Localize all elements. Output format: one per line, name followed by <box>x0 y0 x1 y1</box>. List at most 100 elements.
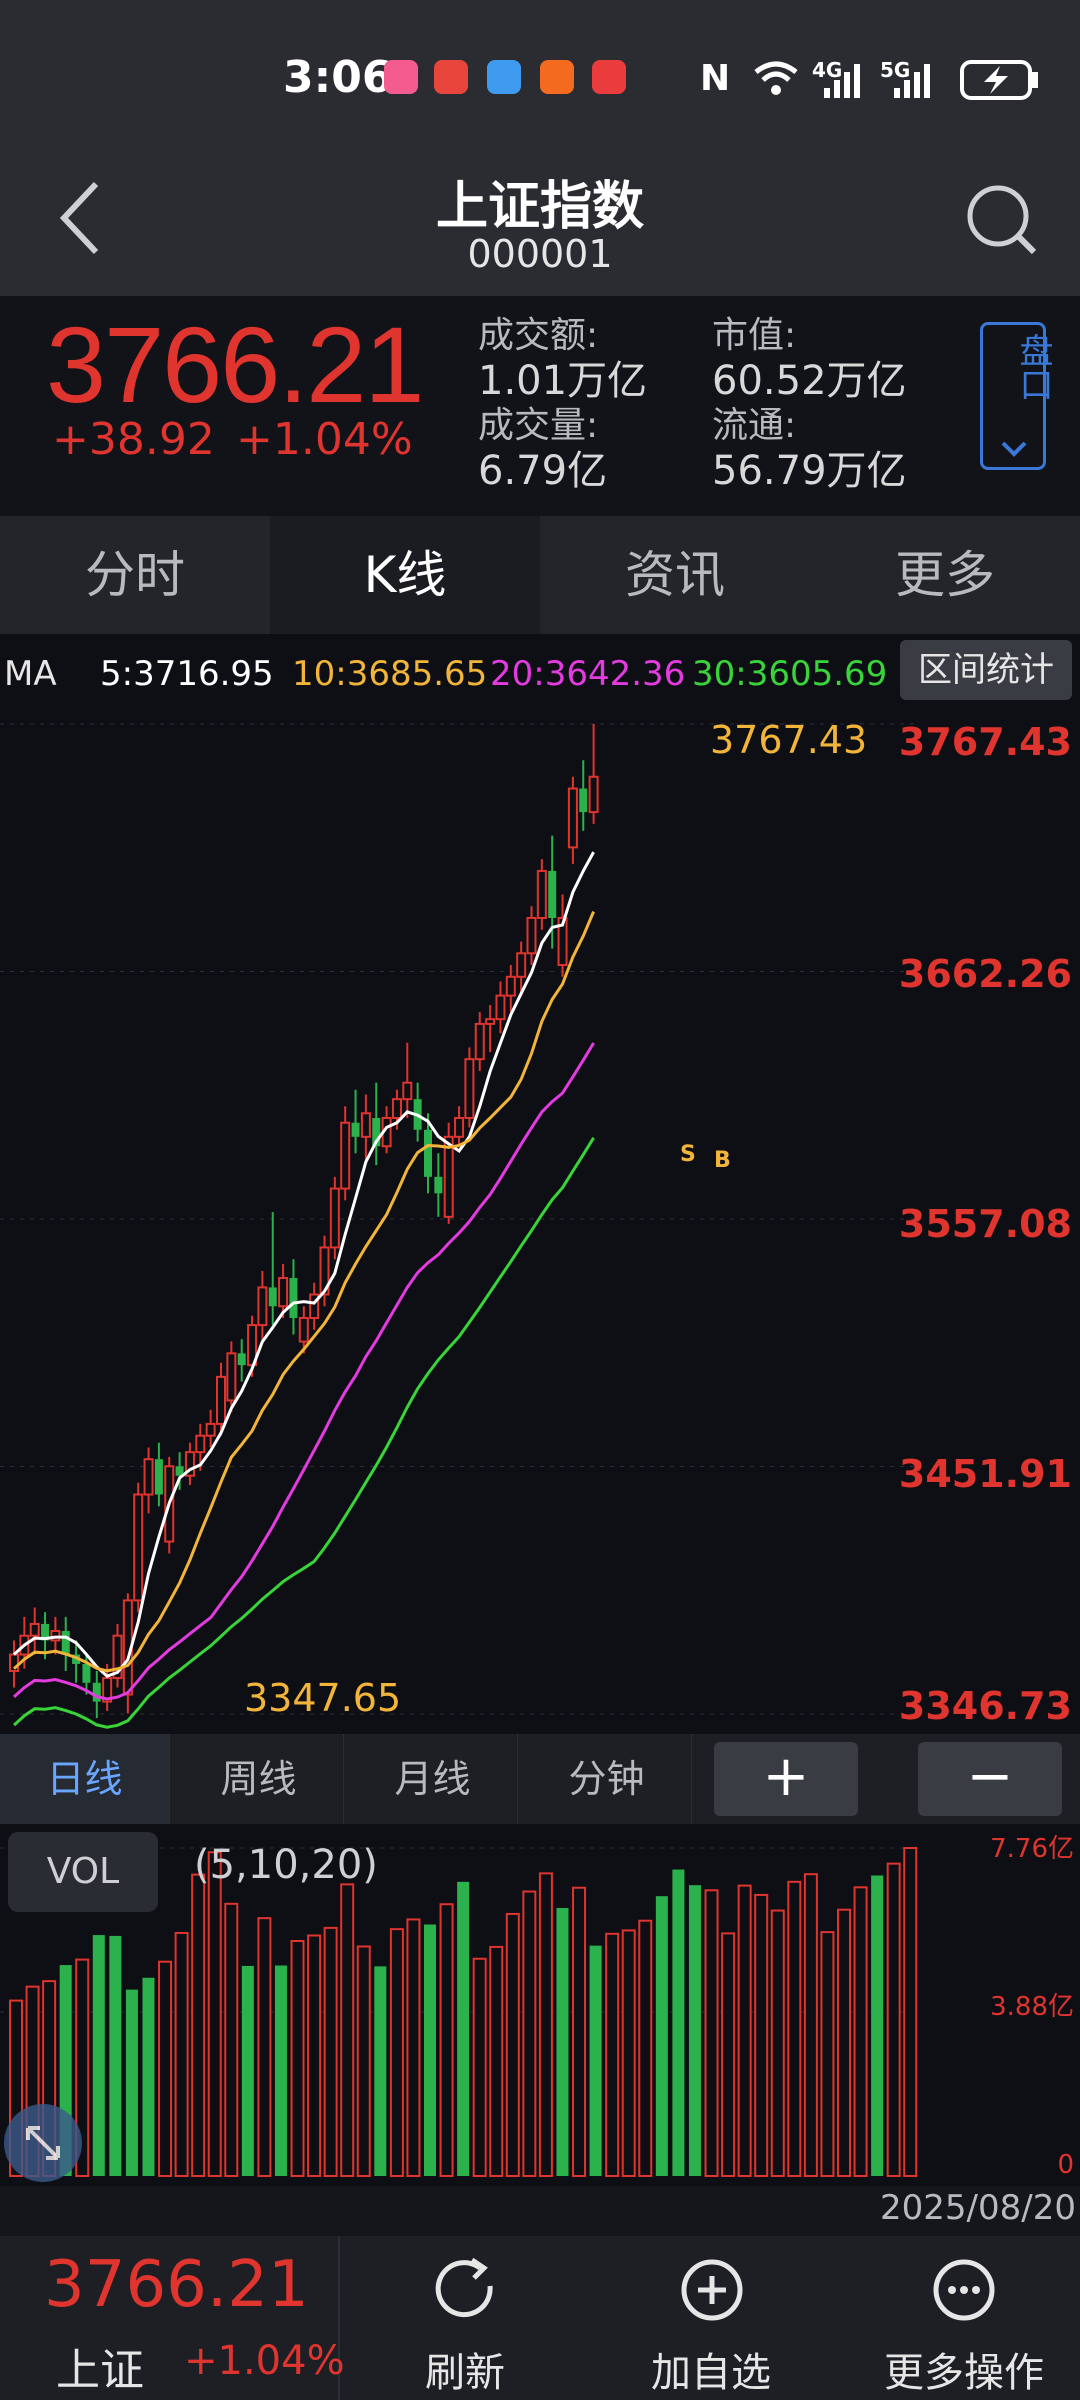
page-title: 上证指数 <box>435 177 644 237</box>
battery-icon <box>960 60 1038 100</box>
refresh-button[interactable]: 刷新 <box>370 2236 560 2400</box>
tab-kline[interactable]: K线 <box>270 516 540 634</box>
volume-chart: VOL (5,10,20) 7.76亿 3.88亿 0 <box>0 1824 1080 2186</box>
volume-bar <box>406 1918 421 2178</box>
volume-bar <box>207 1851 222 2177</box>
app-icon-2 <box>434 60 468 94</box>
volume-bar <box>374 1966 387 2176</box>
y-axis-label-1: 3767.43 <box>898 720 1072 764</box>
price-change: +38.92 <box>52 414 215 465</box>
volume-plot <box>0 1847 920 2178</box>
more-actions-label: 更多操作 <box>884 2350 1044 2396</box>
candle-body <box>579 788 588 813</box>
refresh-icon <box>435 2257 493 2318</box>
tab-more[interactable]: 更多 <box>810 516 1080 634</box>
tab-timeshare[interactable]: 分时 <box>0 516 270 634</box>
volume-bar <box>837 1908 851 2178</box>
tab-news[interactable]: 资讯 <box>540 516 810 634</box>
volume-bar <box>721 1932 736 2178</box>
volume-bar <box>770 1909 785 2177</box>
volume-bar <box>142 1977 155 2176</box>
volume-bar <box>820 1931 835 2177</box>
search-icon[interactable] <box>964 182 1040 258</box>
y-axis-label-5: 3346.73 <box>898 1684 1072 1728</box>
vol-indicator-button[interactable]: VOL <box>8 1832 158 1912</box>
ma20-line <box>12 1042 595 1701</box>
kline-chart[interactable]: MA 5:3716.95 10:3685.65 20:3642.36 30:36… <box>0 634 1080 1734</box>
candle-body <box>360 1112 371 1138</box>
tab-monthly[interactable]: 月线 <box>348 1734 518 1824</box>
more-actions-button[interactable]: 更多操作 <box>854 2236 1074 2400</box>
volume-bar <box>257 1917 272 2177</box>
zoom-out-button[interactable]: − <box>918 1742 1062 1816</box>
candle-body <box>289 1278 298 1319</box>
candlestick-plot <box>0 723 920 1729</box>
date-row: 2025/08/20 <box>0 2186 1080 2236</box>
title-bar: 上证指数 000001 <box>0 160 1080 296</box>
candle-body <box>391 1098 402 1119</box>
volume-bar <box>424 1924 436 2176</box>
candle-body <box>29 1622 40 1637</box>
volume-bar <box>871 1875 884 2176</box>
weather-app-icon <box>487 60 521 94</box>
app-icon-4 <box>540 60 574 94</box>
bottom-name: 上证 <box>56 2345 144 2396</box>
candle-body <box>485 1018 496 1025</box>
candle-body <box>567 787 578 849</box>
candle-body <box>526 916 537 955</box>
volume-bar <box>572 1886 587 2177</box>
volume-bar <box>274 1965 287 2176</box>
candle-body <box>434 1176 443 1194</box>
vol-zero-label: 0 <box>1057 2150 1074 2180</box>
volume-bar <box>241 1965 254 2176</box>
volume-bar <box>737 1884 752 2177</box>
expand-button[interactable] <box>4 2104 82 2182</box>
signal-icon-2 <box>894 64 930 98</box>
bottom-pct: +1.04% <box>184 2338 345 2384</box>
candle-body <box>154 1459 163 1495</box>
candle-body <box>216 1375 226 1425</box>
tab-daily[interactable]: 日线 <box>0 1734 170 1824</box>
candle-body <box>237 1353 246 1366</box>
stock-code: 000001 <box>467 232 613 276</box>
y-axis-label-3: 3557.08 <box>898 1202 1072 1246</box>
volume-bar <box>489 1945 504 2178</box>
candle-body <box>133 1493 144 1602</box>
zoom-in-button[interactable]: + <box>714 1742 858 1816</box>
tab-minute[interactable]: 分钟 <box>522 1734 692 1824</box>
candle-body <box>340 1121 351 1190</box>
signal-icon-1 <box>824 64 860 98</box>
volume-bar <box>307 1934 322 2177</box>
candle-body <box>464 1058 475 1119</box>
main-tabs: 分时 K线 资讯 更多 <box>0 516 1080 634</box>
volume-bar <box>439 1903 454 2177</box>
volume-bar <box>92 1935 105 2176</box>
current-date: 2025/08/20 <box>880 2188 1076 2228</box>
tab-weekly[interactable]: 周线 <box>174 1734 344 1824</box>
volume-bar <box>556 1908 569 2176</box>
candle-body <box>268 1287 277 1307</box>
add-watchlist-button[interactable]: 加自选 <box>616 2236 806 2400</box>
volume-bar <box>389 1928 404 2178</box>
volume-bar <box>886 1862 901 2178</box>
volume-bar <box>191 1873 206 2177</box>
candle-body <box>495 994 506 1021</box>
add-watchlist-label: 加自选 <box>651 2350 771 2396</box>
expand-icon <box>26 2126 60 2160</box>
status-bar: 3:06 N 4G 5G <box>0 0 1080 160</box>
candle-body <box>402 1081 413 1101</box>
candle-body <box>454 1116 465 1138</box>
status-time: 3:06 <box>283 52 393 103</box>
quote-panel: 3766.21 +38.92 +1.04% 成交额: 1.01万亿 成交量: 6… <box>0 296 1080 516</box>
period-tabs: 日线 周线 月线 分钟 + − <box>0 1734 1080 1824</box>
app-icon-5 <box>592 60 626 94</box>
volume-bar <box>356 1945 371 2177</box>
volume-bar <box>323 1926 338 2177</box>
chevron-down-icon <box>1001 441 1027 457</box>
volume-bar <box>672 1869 685 2176</box>
candle-body <box>548 870 557 918</box>
more-icon <box>933 2259 995 2321</box>
volume-bar <box>340 1883 355 2177</box>
pankou-button[interactable]: 盘口 <box>980 322 1053 470</box>
bottom-quote[interactable]: 3766.21 上证 +1.04% <box>0 2236 345 2400</box>
